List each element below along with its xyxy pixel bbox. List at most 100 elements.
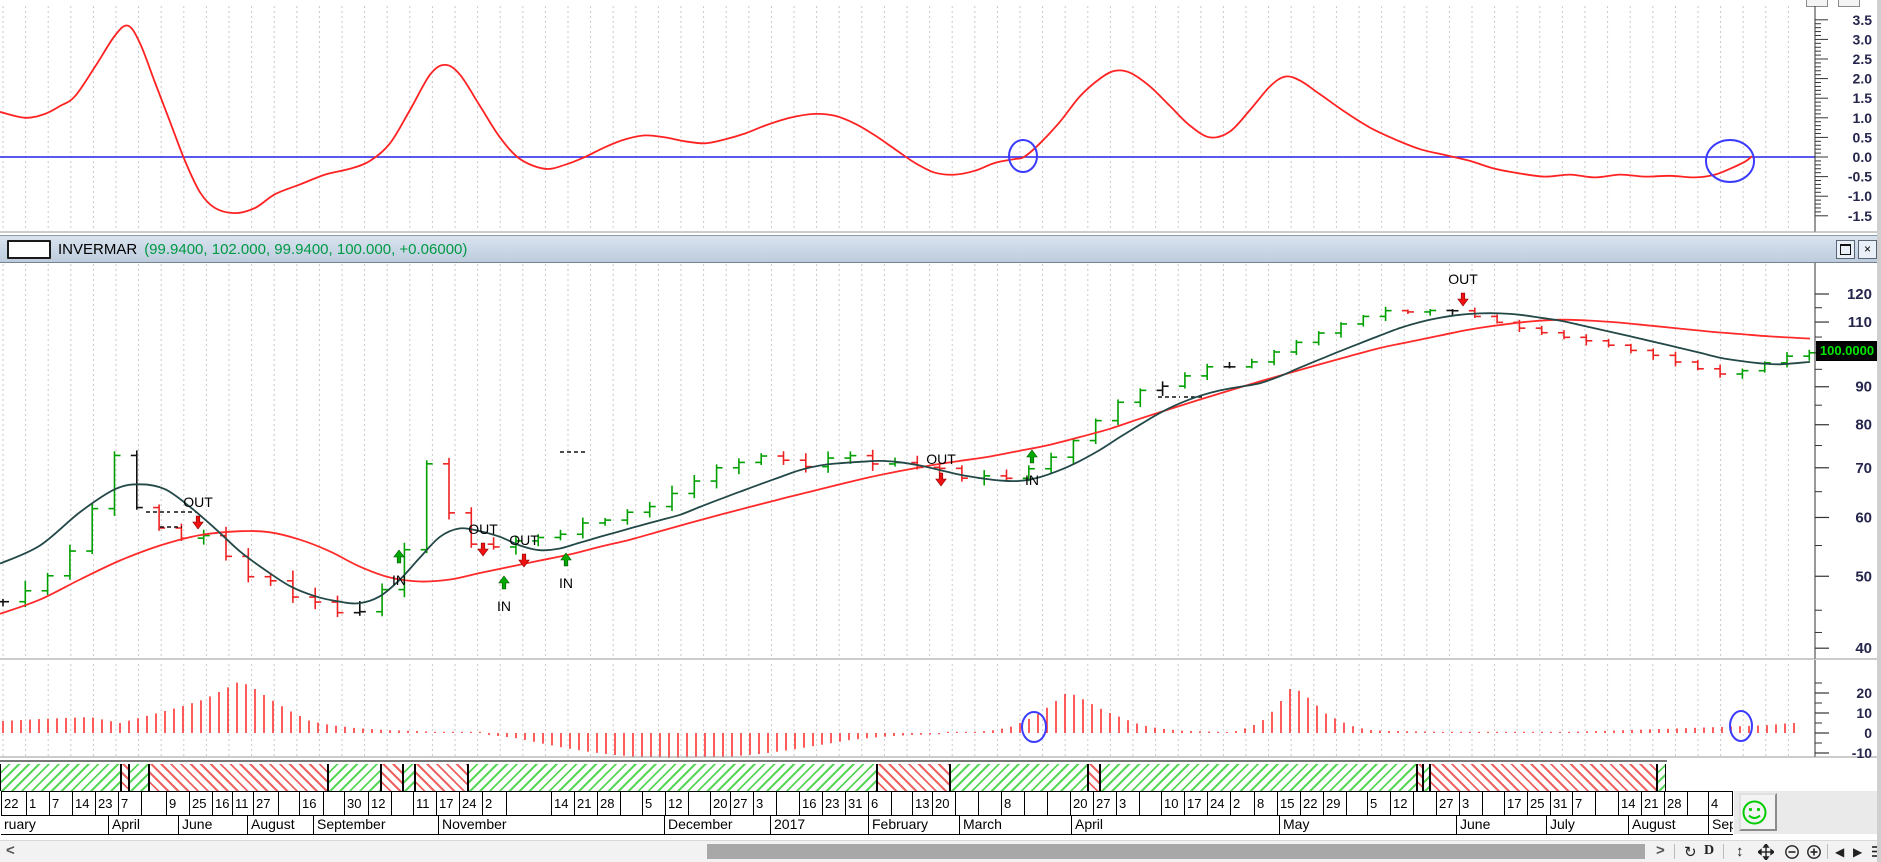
ribbon-bullish-segment [403,764,415,791]
ribbon-bullish-segment [129,764,149,791]
date-tick-box: 23 [95,791,118,816]
ribbon-bullish-segment [1423,764,1430,791]
scroll-left-button[interactable]: < [6,842,15,859]
month-label: February [868,816,959,834]
svg-text:OUT: OUT [468,521,498,537]
svg-text:3.0: 3.0 [1853,31,1873,47]
indicator-panel-chart[interactable]: 3.5 3.0 2.5 2.0 1.5 1.0 0.5 0.0 -0.5 -1.0 -1.5 [0,0,1881,235]
month-label: December [664,816,770,834]
ohlc-values: (99.9400, 102.000, 99.9400, 100.000, +0.… [144,240,468,258]
scrollbar-thumb[interactable] [707,844,1645,859]
chart-titlebar[interactable]: INVERMAR (99.9400, 102.000, 99.9400, 100… [0,235,1881,263]
svg-text:60: 60 [1855,509,1872,526]
toolbar-separator [1674,844,1675,859]
date-tick-box: 14 [72,791,95,816]
price-panel-chart[interactable]: OUT IN OUT IN OUT IN OUT IN OUT 120 110 90 80 70 60 50 4… [0,263,1881,660]
date-tick-box [1139,791,1161,816]
date-tick-box: 20 [932,791,955,816]
date-tick-box: 28 [597,791,620,816]
ribbon-bullish-segment [0,764,121,791]
date-tick-box: 16 [299,791,323,816]
month-label: July [1546,816,1628,834]
date-tick-box: 2 [482,791,506,816]
date-tick-box: 22 [1300,791,1323,816]
svg-text:70: 70 [1855,460,1872,477]
date-tick-box [141,791,166,816]
svg-text:120: 120 [1847,286,1872,303]
svg-text:0.5: 0.5 [1853,129,1873,145]
month-label: Sep [1708,816,1733,834]
symbol-name: INVERMAR [58,240,138,258]
date-tick-box: 27 [253,791,278,816]
ribbon-bullish-segment [328,764,381,791]
ribbon-bearish-segment [381,764,403,791]
svg-text:3.5: 3.5 [1853,12,1873,28]
date-tick-box: 28 [1664,791,1687,816]
page-right-icon[interactable]: ▶ [1853,845,1862,859]
fit-vertical-icon[interactable]: ↕ [1736,843,1744,860]
expert-ribbon [0,760,1667,791]
date-tick-box [391,791,413,816]
date-tick-box [506,791,551,816]
refresh-icon[interactable]: ↻ [1684,843,1697,861]
date-tick-box: 3 [753,791,776,816]
date-tick-box [955,791,978,816]
date-axis: 22 1 7 14 23 7 9 25 16 11 27 16 30 12 11 17 24 2 14 21 28 5 12… [1,791,1733,816]
page-left-icon[interactable]: ◀ [1835,845,1844,859]
svg-text:OUT: OUT [183,494,213,510]
scroll-right-button[interactable]: > [1656,842,1665,859]
histogram-panel-chart[interactable]: 20 10 0 -10 [0,660,1881,760]
date-tick-box [323,791,344,816]
svg-text:IN: IN [1025,472,1039,488]
svg-text:-10: -10 [1852,745,1872,760]
svg-text:40: 40 [1855,640,1872,657]
periodicity-button[interactable]: D [1704,843,1714,859]
month-label: June [178,816,247,834]
month-label: August [247,816,313,834]
date-tick-box: 8 [1001,791,1024,816]
svg-text:IN: IN [392,572,406,588]
date-tick-box: 11 [413,791,436,816]
svg-text:-0.5: -0.5 [1848,169,1872,185]
date-tick-box: 16 [212,791,232,816]
date-tick-box: 23 [822,791,845,816]
month-label: August [1628,816,1708,834]
date-tick-box: 22 [1,791,26,816]
date-tick-box: 1 [26,791,49,816]
ribbon-bearish-segment [121,764,129,791]
window-edge [1877,0,1881,862]
date-tick-box: 8 [1254,791,1277,816]
month-label: April [1071,816,1279,834]
svg-text:2.5: 2.5 [1853,51,1873,67]
expert-smiley-button[interactable] [1739,793,1777,831]
date-tick-box: 31 [845,791,868,816]
date-tick-box: 12 [1390,791,1413,816]
date-tick-box: 31 [1550,791,1572,816]
ribbon-bearish-segment [877,764,950,791]
current-price-badge: 100.0000 [1816,341,1878,361]
date-tick-box: 6 [868,791,891,816]
svg-text:IN: IN [559,575,573,591]
maximize-icon [1840,243,1851,255]
date-tick-box [1687,791,1708,816]
date-tick-box: 20 [1070,791,1093,816]
date-tick-box: 16 [799,791,822,816]
maximize-button[interactable] [1836,239,1855,259]
date-tick-box: 7 [49,791,72,816]
month-label: May [1279,816,1456,834]
svg-text:110: 110 [1848,314,1872,331]
date-tick-box: 27 [730,791,753,816]
month-axis: ruary April June August September November Dec… [1,816,1733,835]
close-button[interactable]: × [1858,239,1877,259]
date-tick-box: 17 [1184,791,1207,816]
svg-text:1.5: 1.5 [1853,90,1873,106]
h-scrollbar[interactable]: < > ↻ D ↕ ◀ ▶ [0,840,1881,862]
svg-text:IN: IN [497,598,511,614]
svg-text:OUT: OUT [509,532,539,548]
date-tick-box [891,791,912,816]
date-tick-box [1413,791,1436,816]
date-tick-box: 5 [1367,791,1390,816]
date-tick-box: 15 [1277,791,1300,816]
svg-text:0: 0 [1864,725,1872,741]
svg-text:90: 90 [1855,379,1872,396]
